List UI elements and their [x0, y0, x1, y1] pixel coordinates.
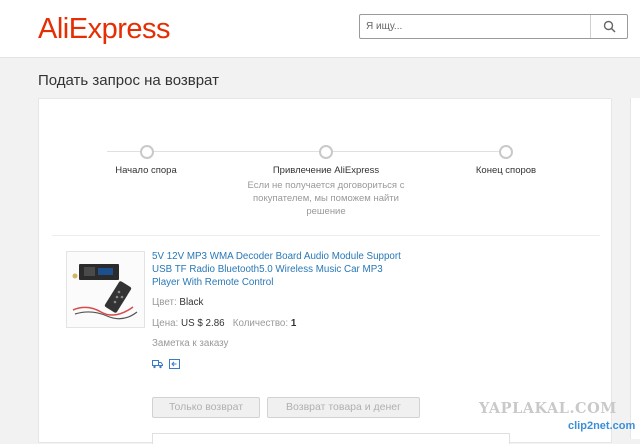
color-value: Black [179, 297, 204, 308]
color-label: Цвет: [152, 297, 177, 308]
product-price-row: Цена: US $ 2.86 Количество: 1 [152, 318, 296, 329]
order-icons [152, 359, 180, 369]
search-button[interactable] [590, 15, 627, 38]
page-title: Подать запрос на возврат [38, 72, 219, 89]
return-icon[interactable] [169, 359, 180, 369]
return-and-refund-button[interactable]: Возврат товара и денег [267, 397, 420, 418]
progress-track [107, 151, 507, 152]
product-color-row: Цвет: Black [152, 297, 203, 308]
step-label-start: Начало спора [115, 165, 177, 176]
quantity-label: Количество: [232, 318, 289, 329]
quantity-value: 1 [290, 318, 297, 329]
refund-only-button[interactable]: Только возврат [152, 397, 260, 418]
top-header: AliExpress [0, 0, 640, 58]
product-image [72, 264, 138, 320]
search-input[interactable] [360, 15, 592, 38]
price-value: US $ 2.86 [181, 318, 225, 329]
step-label-end: Конец споров [475, 165, 537, 176]
search-icon [603, 20, 616, 33]
step-description: Если не получается договориться с покупа… [247, 180, 405, 217]
step-dot-end [499, 145, 513, 159]
product-title-link[interactable]: 5V 12V MP3 WMA Decoder Board Audio Modul… [152, 250, 402, 289]
search-box [359, 14, 628, 39]
step-dot-escalation [319, 145, 333, 159]
delivery-icon[interactable] [152, 359, 163, 369]
section-divider [52, 235, 600, 236]
order-note: Заметка к заказу [152, 338, 229, 349]
yaplakal-watermark: YAPLAKAL.COM [479, 400, 617, 417]
side-panel-edge [630, 98, 640, 439]
step-dot-start [140, 145, 154, 159]
price-label: Цена: [152, 318, 179, 329]
aliexpress-logo[interactable]: AliExpress [38, 13, 171, 46]
step-label-escalation: Привлечение AliExpress [272, 165, 380, 176]
clip2net-watermark: clip2net.com [568, 420, 636, 432]
product-thumbnail[interactable] [66, 251, 145, 328]
